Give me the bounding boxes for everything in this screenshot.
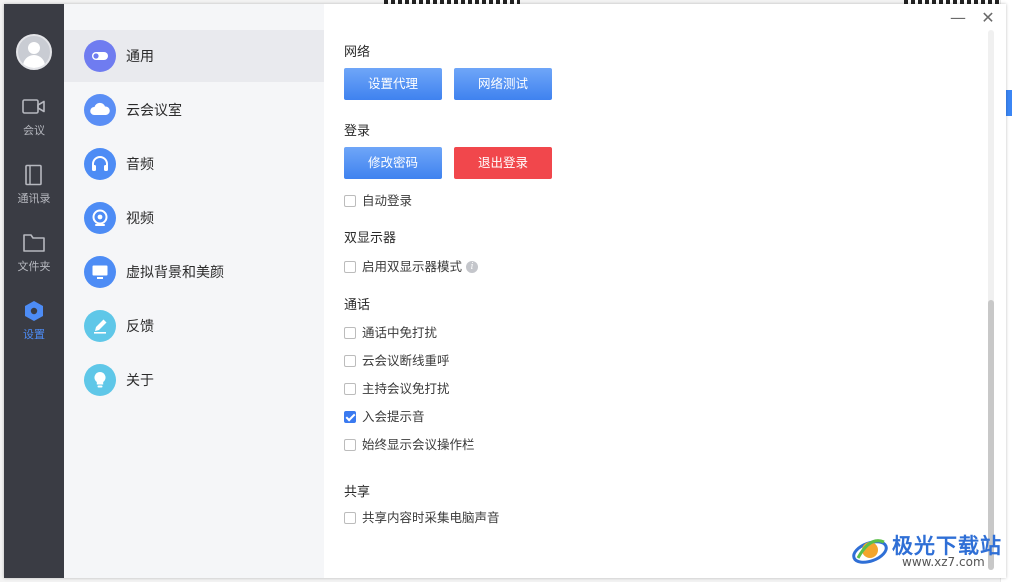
rail-item-label: 设置 — [23, 328, 45, 341]
nav-item-about[interactable]: 关于 — [64, 354, 324, 406]
checkbox-box[interactable] — [344, 260, 356, 273]
nav-item-label: 虚拟背景和美颜 — [126, 265, 224, 281]
show-toolbar-checkbox[interactable]: 始终显示会议操作栏 — [344, 434, 475, 452]
checkbox-box[interactable] — [344, 438, 356, 451]
section-title-login: 登录 — [344, 124, 371, 139]
info-icon[interactable]: i — [466, 260, 479, 273]
checkbox-label: 入会提示音 — [362, 409, 425, 424]
section-title-call: 通话 — [344, 298, 371, 313]
headphones-icon — [84, 148, 116, 180]
nav-item-label: 反馈 — [126, 319, 154, 335]
contacts-book-icon — [21, 164, 47, 186]
logout-button[interactable]: 退出登录 — [454, 147, 552, 179]
background-app-tab — [1005, 90, 1012, 116]
host-dnd-checkbox[interactable]: 主持会议免打扰 — [344, 378, 450, 396]
section-title-share: 共享 — [344, 485, 371, 500]
checkbox-label: 自动登录 — [362, 193, 413, 208]
watermark-logo-icon — [852, 539, 888, 564]
change-password-button[interactable]: 修改密码 — [344, 147, 442, 179]
nav-item-video[interactable]: 视频 — [64, 192, 324, 244]
auto-login-checkbox[interactable]: 自动登录 — [344, 190, 412, 208]
pencil-icon — [84, 310, 116, 342]
rail-item-label: 通讯录 — [17, 192, 51, 205]
settings-content: 网络 设置代理 网络测试 登录 修改密码 退出登录 自动登录 双显示器 启用双显… — [324, 4, 1006, 578]
content-scrollbar[interactable] — [988, 30, 994, 570]
close-button[interactable]: ✕ — [978, 8, 998, 28]
checkbox-box[interactable] — [344, 382, 356, 395]
share-audio-checkbox[interactable]: 共享内容时采集电脑声音 — [344, 507, 500, 525]
cloud-icon — [84, 94, 116, 126]
rail-item-contacts[interactable]: 通讯录 — [4, 164, 64, 224]
rail-item-label: 文件夹 — [17, 260, 51, 273]
rail-item-settings[interactable]: 设置 — [4, 300, 64, 360]
nav-item-label: 云会议室 — [126, 103, 182, 119]
rail-item-label: 会议 — [23, 124, 45, 137]
nav-item-label: 音频 — [126, 157, 154, 173]
settings-window: 会议 通讯录 文件夹 设置 通用 云会议室 音频 视频 虚拟背景和美颜 反馈 关… — [4, 4, 1006, 578]
section-title-network: 网络 — [344, 45, 371, 60]
checkbox-label: 启用双显示器模式 — [362, 259, 463, 274]
checkbox-label: 始终显示会议操作栏 — [362, 437, 475, 452]
checkbox-box[interactable] — [344, 326, 356, 339]
proxy-settings-button[interactable]: 设置代理 — [344, 68, 442, 100]
checkbox-label: 云会议断线重呼 — [362, 353, 450, 368]
checkbox-label: 主持会议免打扰 — [362, 381, 450, 396]
section-title-dual-display: 双显示器 — [344, 231, 397, 246]
nav-item-general[interactable]: 通用 — [64, 30, 324, 82]
avatar-body — [23, 55, 45, 68]
checkbox-label: 通话中免打扰 — [362, 325, 438, 340]
avatar-head — [28, 42, 40, 54]
settings-hexagon-icon — [21, 300, 47, 322]
lightbulb-icon — [84, 364, 116, 396]
site-watermark: 极光下载站 www.xz7.com — [850, 528, 1006, 576]
video-camera-icon — [21, 96, 47, 118]
nav-item-label: 通用 — [126, 49, 154, 65]
checkbox-box[interactable] — [344, 511, 356, 524]
checkbox-box-checked[interactable] — [344, 410, 356, 423]
checkbox-box[interactable] — [344, 194, 356, 207]
nav-item-cloud-room[interactable]: 云会议室 — [64, 84, 324, 136]
call-dnd-checkbox[interactable]: 通话中免打扰 — [344, 322, 437, 340]
nav-item-feedback[interactable]: 反馈 — [64, 300, 324, 352]
watermark-url: www.xz7.com — [902, 555, 985, 569]
minimize-button[interactable]: — — [948, 8, 968, 28]
join-tone-checkbox[interactable]: 入会提示音 — [344, 406, 425, 424]
nav-item-virtual-background[interactable]: 虚拟背景和美颜 — [64, 246, 324, 298]
avatar[interactable] — [16, 34, 52, 70]
screen: 会议 通讯录 文件夹 设置 通用 云会议室 音频 视频 虚拟背景和美颜 反馈 关… — [0, 0, 1012, 582]
dual-display-checkbox[interactable]: 启用双显示器模式 i — [344, 256, 479, 274]
rail-item-meeting[interactable]: 会议 — [4, 96, 64, 156]
app-rail: 会议 通讯录 文件夹 设置 — [4, 4, 64, 578]
monitor-icon — [84, 256, 116, 288]
nav-item-audio[interactable]: 音频 — [64, 138, 324, 190]
checkbox-box[interactable] — [344, 354, 356, 367]
toggle-icon — [84, 40, 116, 72]
nav-item-label: 视频 — [126, 211, 154, 227]
settings-nav: 通用 云会议室 音频 视频 虚拟背景和美颜 反馈 关于 — [64, 4, 324, 578]
checkbox-label: 共享内容时采集电脑声音 — [362, 510, 500, 525]
folder-icon — [21, 232, 47, 254]
webcam-icon — [84, 202, 116, 234]
rail-item-folder[interactable]: 文件夹 — [4, 232, 64, 292]
network-test-button[interactable]: 网络测试 — [454, 68, 552, 100]
nav-item-label: 关于 — [126, 373, 154, 389]
reconnect-call-checkbox[interactable]: 云会议断线重呼 — [344, 350, 450, 368]
